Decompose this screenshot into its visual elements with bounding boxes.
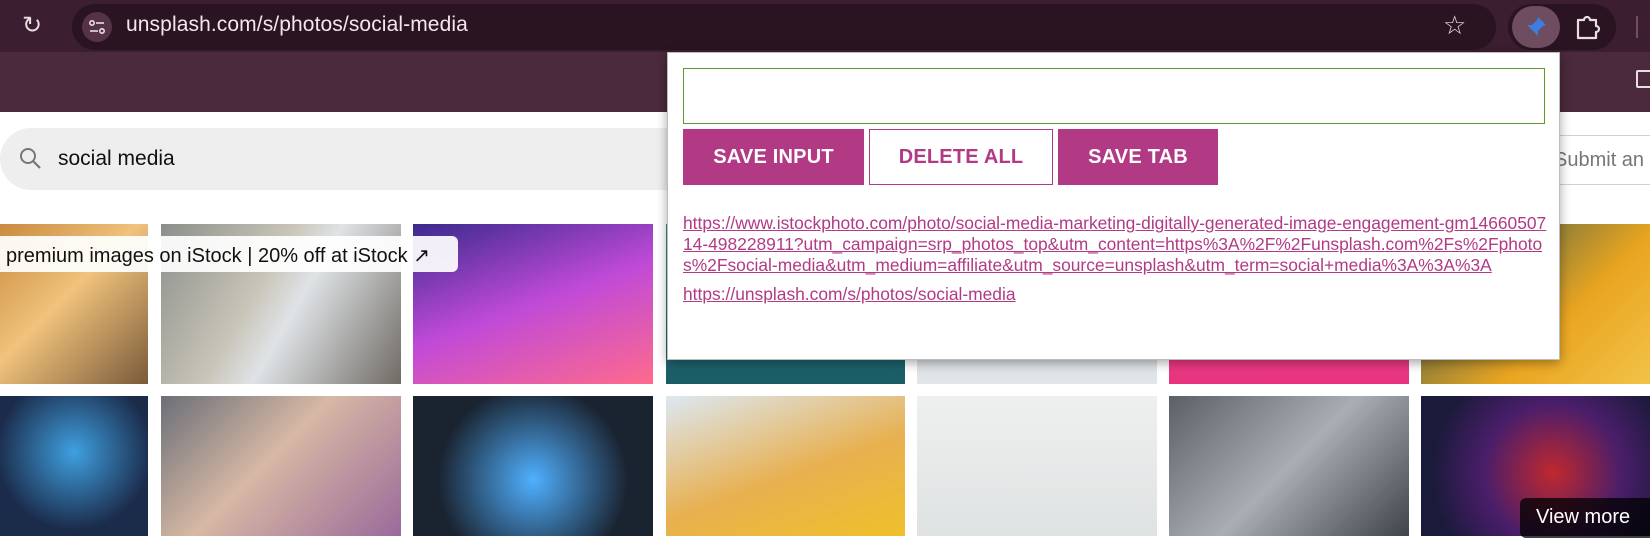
- istock-promo-banner[interactable]: premium images on iStock | 20% off at iS…: [0, 236, 458, 272]
- star-icon[interactable]: ☆: [1443, 10, 1466, 40]
- photo-tile[interactable]: [917, 396, 1157, 536]
- view-more-button[interactable]: View more: [1520, 498, 1650, 538]
- reload-icon[interactable]: ↻: [18, 12, 46, 40]
- photo-tile[interactable]: [0, 396, 148, 536]
- visual-search-button[interactable]: Submit an image: [1553, 135, 1650, 185]
- saved-link[interactable]: https://unsplash.com/s/photos/social-med…: [683, 284, 1553, 305]
- pin-extension-icon[interactable]: [1512, 6, 1560, 48]
- search-input[interactable]: social media: [58, 147, 175, 171]
- puzzle-icon[interactable]: [1573, 11, 1603, 46]
- promo-text: premium images on iStock | 20% off at iS…: [6, 245, 430, 267]
- delete-all-button[interactable]: DELETE ALL: [869, 129, 1053, 185]
- photo-tile[interactable]: [666, 396, 905, 536]
- saved-link[interactable]: https://www.istockphoto.com/photo/social…: [683, 213, 1553, 276]
- site-info-icon[interactable]: [82, 12, 112, 42]
- address-url[interactable]: unsplash.com/s/photos/social-media: [126, 13, 468, 37]
- photo-tile[interactable]: [413, 396, 653, 536]
- view-more-label: View more: [1536, 506, 1631, 528]
- search-icon[interactable]: [18, 146, 42, 175]
- photo-tile[interactable]: [161, 396, 401, 536]
- lead-input[interactable]: [683, 68, 1545, 124]
- save-input-button[interactable]: SAVE INPUT: [683, 129, 864, 185]
- visual-search-label: Submit an image: [1554, 149, 1650, 171]
- photo-tile[interactable]: [1169, 396, 1409, 536]
- toolbar-separator: [1636, 16, 1638, 38]
- folder-icon[interactable]: [1636, 70, 1650, 88]
- saved-links-list: https://www.istockphoto.com/photo/social…: [683, 213, 1553, 305]
- save-tab-button[interactable]: SAVE TAB: [1058, 129, 1218, 185]
